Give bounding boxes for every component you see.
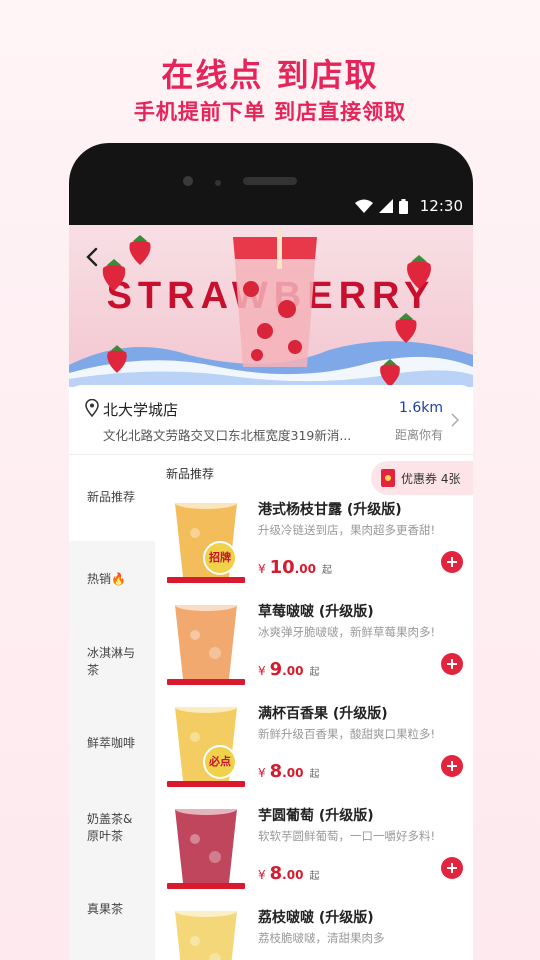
back-arrow-icon[interactable] [81,243,105,271]
product-name: 满杯百香果 (升级版) [258,706,388,722]
product-name: 港式杨枝甘露 (升级版) [258,502,402,518]
store-distance-label: 距离你有 [394,428,443,442]
store-distance: 1.6km [398,400,443,416]
price-integer: 9 [269,659,283,680]
coupon-label: 优惠券 4张 [401,472,461,486]
product-desc: 升级冷链送到店，果肉超多更香甜! [258,523,436,537]
add-to-cart-button[interactable] [441,755,463,777]
store-name: 北大学城店 [103,401,179,419]
product-image [175,599,237,679]
price-integer: 8 [269,761,283,782]
product-price: ¥10.00 起 [258,557,332,578]
price-integer: 8 [269,863,283,884]
add-to-cart-button[interactable] [441,551,463,573]
price-currency: ¥ [258,562,266,576]
section-title: 新品推荐 [166,467,215,481]
add-to-cart-button[interactable] [441,857,463,879]
product-tray [167,577,245,583]
product-desc: 软软芋圆鲜葡萄，一口一嚼好多料! [258,829,436,843]
product-price: ¥9.00 起 [258,659,319,680]
product-image [175,905,237,960]
chevron-right-icon [451,413,459,427]
price-currency: ¥ [258,766,266,780]
sidebar-item-coffee[interactable]: 鲜萃咖啡 [69,735,155,752]
price-decimal: .00 [282,868,304,882]
product-desc: 荔枝脆啵啵，清甜果肉多 [258,931,385,945]
product-name: 草莓啵啵 (升级版) [258,604,374,620]
sidebar-item-new[interactable]: 新品推荐 [69,455,155,541]
product-desc: 冰爽弹牙脆啵啵，新鲜草莓果肉多! [258,625,436,639]
phone-top-bezel: 12:30 [69,143,473,225]
product-tray [167,781,245,787]
cup-shape [175,809,237,883]
product-badge: 招牌 [203,541,237,575]
front-camera [183,176,193,186]
price-decimal: .00 [282,664,304,678]
price-decimal: .00 [282,766,304,780]
sensor [215,180,221,186]
coupon-button[interactable]: 优惠券 4张 [371,461,473,495]
wifi-icon [354,199,373,213]
product-badge: 必点 [203,745,237,779]
promo-subline: 手机提前下单 到店直接领取 [133,100,407,124]
product-image [175,803,237,883]
sidebar-item-hot[interactable]: 热销🔥 [69,571,155,588]
sidebar-item-fruit-tea[interactable]: 真果茶 [69,901,155,918]
product-item[interactable]: 必点 满杯百香果 (升级版) 新鲜升级百香果，酸甜爽口果粒多! ¥8.00 起 [155,695,473,797]
price-suffix: 起 [309,871,320,882]
price-suffix: 起 [309,667,320,678]
product-list: 新品推荐 优惠券 4张 招牌 港式杨枝甘露 (升级版) 升级冷链送到店，果肉超多更香… [155,455,473,960]
cup-shape [175,911,237,960]
status-time: 12:30 [419,197,463,215]
product-banner: STRAWBERRY [69,225,473,387]
strawberry-icon [395,313,417,343]
sidebar-item-icecream-tea[interactable]: 冰淇淋与 茶 [69,645,155,679]
add-to-cart-button[interactable] [441,653,463,675]
cup-shape [175,605,237,679]
sidebar-item-milkcap-tea[interactable]: 奶盖茶& 原叶茶 [69,811,155,845]
product-name: 荔枝啵啵 (升级版) [258,910,374,926]
product-item[interactable]: 芋圆葡萄 (升级版) 软软芋圆鲜葡萄，一口一嚼好多料! ¥8.00 起 [155,797,473,899]
strawberry-icon [407,255,431,289]
earpiece-speaker [243,177,297,185]
price-integer: 10 [269,557,295,578]
product-item[interactable]: 草莓啵啵 (升级版) 冰爽弹牙脆啵啵，新鲜草莓果肉多! ¥9.00 起 [155,593,473,695]
battery-icon [398,198,408,214]
location-pin-icon [85,399,99,417]
app-screen: STRAWBERRY 北大学城店 文化北路文劳路交叉口东北框宽度319 [69,225,473,960]
strawberry-drink-image [233,229,317,367]
product-tray [167,883,245,889]
product-price: ¥8.00 起 [258,761,319,782]
price-currency: ¥ [258,664,266,678]
phone-frame: 12:30 STRAWBERRY [69,143,473,960]
product-price: ¥8.00 起 [258,863,319,884]
store-info-card[interactable]: 北大学城店 文化北路文劳路交叉口东北框宽度319新消... 1.6km 距离你有 [69,385,473,455]
product-item[interactable]: 荔枝啵啵 (升级版) 荔枝脆啵啵，清甜果肉多 [155,899,473,960]
signal-icon [378,199,393,213]
product-name: 芋圆葡萄 (升级版) [258,808,374,824]
product-desc: 新鲜升级百香果，酸甜爽口果粒多! [258,727,436,741]
promo-headline: 在线点 到店取 [161,56,379,94]
price-suffix: 起 [321,565,332,576]
category-sidebar: 新品推荐 热销🔥 冰淇淋与 茶 鲜萃咖啡 奶盖茶& 原叶茶 真果茶 [69,455,155,960]
strawberry-icon [129,235,151,265]
price-decimal: .00 [294,562,316,576]
product-item[interactable]: 招牌 港式杨枝甘露 (升级版) 升级冷链送到店，果肉超多更香甜! ¥10.00 起 [155,491,473,593]
store-address: 文化北路文劳路交叉口东北框宽度319新消... [103,428,352,443]
status-bar: 12:30 [69,191,473,223]
price-currency: ¥ [258,868,266,882]
red-envelope-icon [381,469,395,487]
price-suffix: 起 [309,769,320,780]
product-tray [167,679,245,685]
strawberry-icon [380,359,400,387]
strawberry-icon [107,345,127,373]
